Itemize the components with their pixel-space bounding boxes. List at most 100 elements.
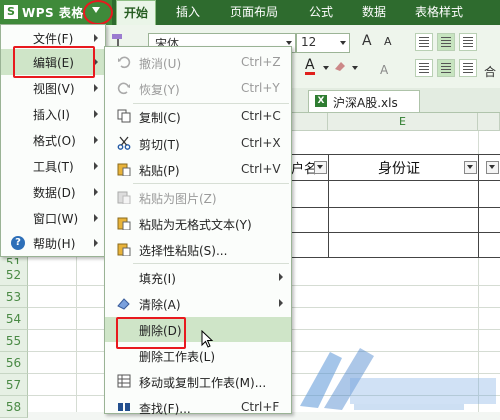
menu-item-paste-special[interactable]: 选择性粘贴(S)... [105,237,291,262]
watermark-logo [300,348,496,410]
menu-item-tools[interactable]: 工具(T) [1,153,105,179]
table-border [328,154,329,258]
row-header[interactable]: 56 [0,352,28,374]
eraser-icon [117,298,130,310]
menu-item-help[interactable]: ? 帮助(H) [1,230,105,256]
menu-item-insert[interactable]: 插入(I) [1,101,105,127]
menu-item-undo[interactable]: 撤消(U) Ctrl+Z [105,50,291,75]
merge-center-button[interactable]: 合 [484,63,496,80]
menu-item-label: 粘贴为图片(Z) [139,192,217,206]
row-header[interactable]: 53 [0,286,28,308]
menu-item-data[interactable]: 数据(D) [1,179,105,205]
menu-item-move-copy-sheet[interactable]: 移动或复制工作表(M)... [105,369,291,394]
document-tab[interactable]: X 沪深A股.xls [308,90,420,112]
row-header[interactable]: 54 [0,308,28,330]
menu-item-label: 移动或复制工作表(M)... [139,376,267,390]
align-center-icon [441,63,451,73]
menu-item-label: 帮助(H) [33,237,76,251]
row-header[interactable]: 58 [0,396,28,418]
eraser-icon[interactable] [332,58,348,74]
menu-item-view[interactable]: 视图(V) [1,75,105,101]
shrink-font-button[interactable]: A [384,35,392,48]
font-size-value: 12 [301,35,317,49]
tab-insert[interactable]: 插入 [176,0,200,25]
row-header[interactable]: 55 [0,330,28,352]
table-border [478,154,479,258]
menu-item-label: 剪切(T) [139,138,180,152]
filter-dropdown-icon[interactable] [486,161,499,174]
chevron-down-icon [340,41,346,45]
menu-item-label: 工具(T) [33,160,74,174]
font-size-select[interactable]: 12 [296,33,350,53]
highlight-box-delete [116,317,186,349]
menu-separator [133,263,289,264]
menu-item-label: 格式(O) [33,134,76,148]
redo-icon [117,82,130,95]
menu-item-paste-unformatted[interactable]: 粘贴为无格式文本(Y) [105,211,291,236]
table-border [290,180,500,181]
column-header-d[interactable] [290,113,328,131]
copy-icon [117,109,131,123]
menu-item-find[interactable]: 查找(F)... Ctrl+F [105,395,291,420]
menu-item-label: 数据(D) [33,186,76,200]
shortcut-label: Ctrl+X [241,136,281,150]
menu-item-label: 撤消(U) [139,57,182,71]
align-left-button[interactable] [415,59,433,77]
filter-dropdown-icon[interactable] [314,161,327,174]
menu-item-cut[interactable]: 剪切(T) Ctrl+X [105,131,291,156]
submenu-arrow-icon [94,136,98,144]
menu-item-paste[interactable]: 粘贴(P) Ctrl+V [105,157,291,182]
menu-item-label: 粘贴(P) [139,164,180,178]
menu-item-label: 文件(F) [33,32,74,46]
menu-item-format[interactable]: 格式(O) [1,127,105,153]
submenu-arrow-icon [279,299,283,307]
menu-item-redo[interactable]: 恢复(Y) Ctrl+Y [105,76,291,101]
menu-item-label: 视图(V) [33,82,75,96]
cell-id-card[interactable]: 身份证 [378,158,420,178]
tab-data[interactable]: 数据 [362,0,386,25]
align-right-button[interactable] [459,59,477,77]
tab-home[interactable]: 开始 [116,0,156,25]
menu-item-clear[interactable]: 清除(A) [105,291,291,316]
filter-dropdown-icon[interactable] [464,161,477,174]
tab-page-layout[interactable]: 页面布局 [230,0,278,25]
menu-item-copy[interactable]: 复制(C) Ctrl+C [105,104,291,129]
align-middle-button[interactable] [437,33,455,51]
shortcut-label: Ctrl+Y [241,81,280,95]
align-bottom-button[interactable] [459,33,477,51]
table-border [290,154,500,155]
mouse-cursor-icon [201,330,214,348]
excel-file-icon: X [315,95,327,107]
menu-item-label: 清除(A) [139,298,181,312]
paste-text-icon [117,217,131,230]
clear-dropdown-icon[interactable] [352,66,358,70]
font-color-button[interactable]: A [305,58,315,75]
menu-item-label: 复制(C) [139,111,181,125]
align-top-button[interactable] [415,33,433,51]
app-name: WPS 表格 [22,6,84,20]
row-header[interactable]: 52 [0,264,28,286]
column-header-f[interactable] [478,113,500,131]
title-bar: S WPS 表格 开始 插入 页面布局 公式 数据 表格样式 [0,0,500,25]
menu-item-paste-as-picture[interactable]: 粘贴为图片(Z) [105,185,291,210]
menu-item-fill[interactable]: 填充(I) [105,265,291,290]
grid-line [76,252,77,412]
tab-table-style[interactable]: 表格样式 [415,0,463,25]
font-color-dropdown-icon[interactable] [323,66,329,70]
tab-formulas[interactable]: 公式 [309,0,333,25]
highlight-box-edit [13,46,95,78]
menu-item-label: 选择性粘贴(S)... [139,244,228,258]
row-header[interactable]: 57 [0,374,28,396]
shortcut-label: Ctrl+Z [241,55,281,69]
menu-item-label: 查找(F)... [139,402,191,416]
edit-submenu: 撤消(U) Ctrl+Z 恢复(Y) Ctrl+Y 复制(C) Ctrl+C 剪… [104,46,292,416]
paste-special-icon [117,243,131,256]
menu-item-label: 删除工作表(L) [139,350,216,364]
submenu-arrow-icon [94,188,98,196]
align-center-button[interactable] [437,59,455,77]
menu-item-window[interactable]: 窗口(W) [1,205,105,231]
toolbar-partial-a: A [380,63,389,77]
column-header-e[interactable]: E [328,113,478,131]
scissors-icon [117,136,131,150]
grow-font-button[interactable]: A [362,33,372,49]
